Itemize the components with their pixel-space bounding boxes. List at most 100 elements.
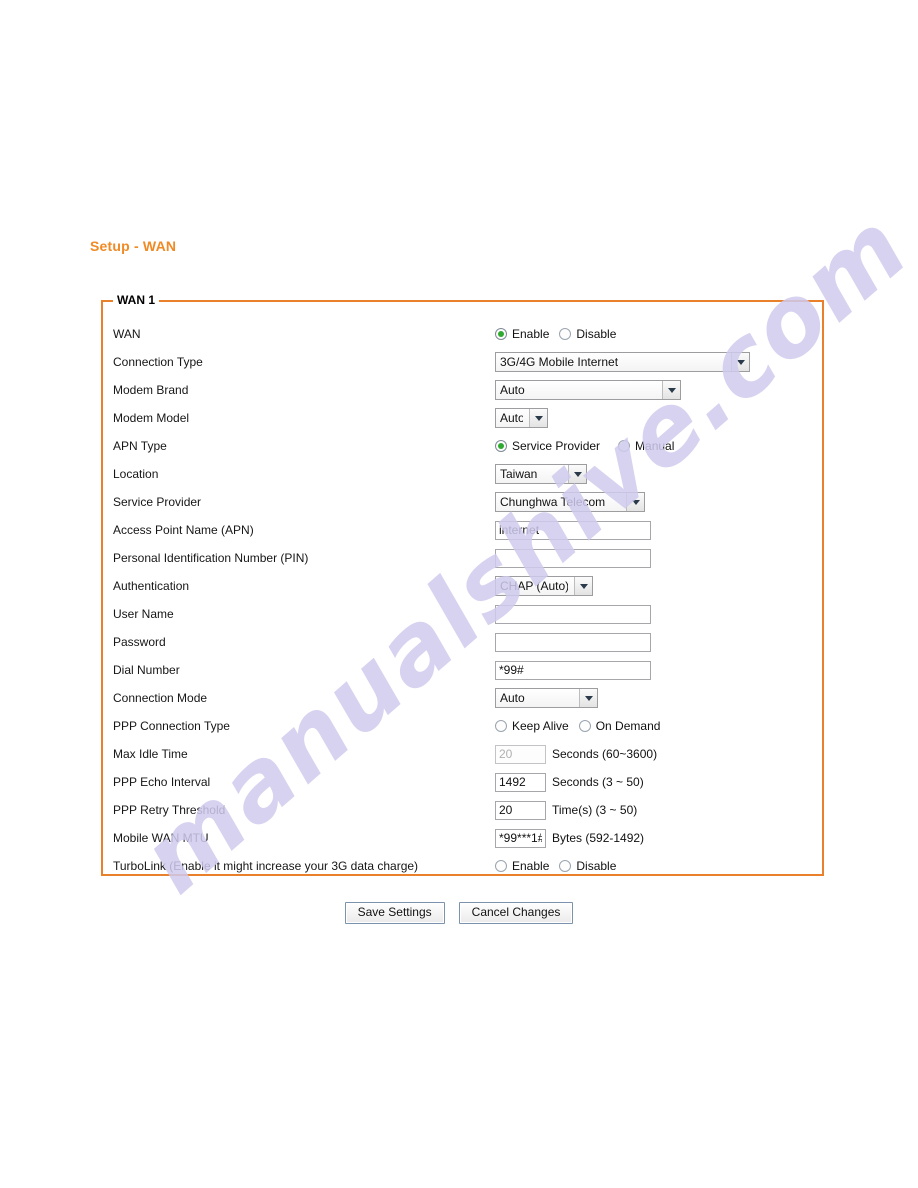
radio-group: Enable Disable <box>495 859 616 873</box>
field-control: CHAP (Auto) <box>495 576 593 596</box>
input-mobile-wan-mtu[interactable] <box>495 828 546 848</box>
field-label: Password <box>113 635 166 649</box>
field-control <box>495 632 651 652</box>
form-row: Max Idle Time Seconds (60~3600) <box>103 740 822 768</box>
field-control: Auto <box>495 380 681 400</box>
radio-icon-selected[interactable] <box>495 328 507 340</box>
input-user-name[interactable] <box>495 604 651 624</box>
field-label: PPP Retry Threshold <box>113 803 226 817</box>
field-label: Personal Identification Number (PIN) <box>113 551 309 565</box>
chevron-down-icon[interactable] <box>568 465 586 483</box>
radio-option[interactable]: Manual <box>618 439 674 453</box>
input-access-point-name-apn[interactable] <box>495 520 651 540</box>
dropdown-value: Taiwan <box>500 467 538 481</box>
form-row: Connection Type 3G/4G Mobile Internet <box>103 348 822 376</box>
field-hint: Seconds (60~3600) <box>552 747 658 761</box>
radio-icon[interactable] <box>495 860 507 872</box>
field-control: Bytes (592-1492) <box>495 828 645 848</box>
radio-label: Enable <box>512 859 550 873</box>
radio-icon[interactable] <box>495 720 507 732</box>
input-dial-number[interactable] <box>495 660 651 680</box>
form-row: Password <box>103 628 822 656</box>
chevron-down-icon[interactable] <box>579 689 597 707</box>
radio-option[interactable]: On Demand <box>578 719 661 733</box>
dropdown-connection-mode[interactable]: Auto <box>495 688 598 708</box>
radio-label: On Demand <box>595 719 661 733</box>
radio-label: Disable <box>576 859 617 873</box>
form-row: Mobile WAN MTU Bytes (592-1492) <box>103 824 822 852</box>
form-row: Dial Number <box>103 656 822 684</box>
radio-icon[interactable] <box>559 328 572 340</box>
wan1-legend: WAN 1 <box>113 293 160 307</box>
field-label: User Name <box>113 607 174 621</box>
field-label: TurboLink (Enable it might increase your… <box>113 859 419 873</box>
field-label: APN Type <box>113 439 167 453</box>
field-control: Seconds (3 ~ 50) <box>495 772 644 792</box>
field-hint: Bytes (592-1492) <box>552 831 645 845</box>
dropdown-connection-type[interactable]: 3G/4G Mobile Internet <box>495 352 750 372</box>
form-row: Personal Identification Number (PIN) <box>103 544 822 572</box>
radio-option[interactable]: Enable <box>495 327 549 341</box>
field-control <box>495 548 651 568</box>
radio-option[interactable]: Disable <box>559 859 616 873</box>
radio-label: Keep Alive <box>512 719 569 733</box>
dropdown-value: 3G/4G Mobile Internet <box>500 355 619 369</box>
radio-label: Enable <box>512 327 550 341</box>
field-control: Keep Alive On Demand <box>495 719 660 733</box>
dropdown-value: Auto <box>500 691 525 705</box>
save-settings-button[interactable]: Save Settings <box>344 902 445 924</box>
form-row: Authentication CHAP (Auto) <box>103 572 822 600</box>
form-row: Access Point Name (APN) <box>103 516 822 544</box>
chevron-down-icon[interactable] <box>626 493 644 511</box>
form-button-bar: Save Settings Cancel Changes <box>0 902 918 924</box>
radio-group: Enable Disable <box>495 327 616 341</box>
field-label: PPP Connection Type <box>113 719 230 733</box>
dropdown-authentication[interactable]: CHAP (Auto) <box>495 576 593 596</box>
input-personal-identification-number-pin[interactable] <box>495 548 651 568</box>
form-row: TurboLink (Enable it might increase your… <box>103 852 822 880</box>
radio-label: Service Provider <box>512 439 601 453</box>
field-label: Max Idle Time <box>113 747 188 761</box>
cancel-changes-button[interactable]: Cancel Changes <box>458 902 574 924</box>
radio-option[interactable]: Enable <box>495 859 549 873</box>
radio-label: Manual <box>635 439 675 453</box>
dropdown-value: Auto <box>500 411 523 425</box>
field-hint: Seconds (3 ~ 50) <box>552 775 644 789</box>
chevron-down-icon[interactable] <box>574 577 592 595</box>
dropdown-service-provider[interactable]: Chunghwa Telecom <box>495 492 645 512</box>
input-ppp-retry-threshold[interactable] <box>495 800 546 820</box>
input-ppp-echo-interval[interactable] <box>495 772 546 792</box>
chevron-down-icon[interactable] <box>662 381 680 399</box>
field-hint: Time(s) (3 ~ 50) <box>552 803 638 817</box>
form-row: PPP Retry Threshold Time(s) (3 ~ 50) <box>103 796 822 824</box>
field-control <box>495 604 651 624</box>
field-control: Service Provider Manual <box>495 439 674 453</box>
radio-option[interactable]: Disable <box>559 327 616 341</box>
field-control: Seconds (60~3600) <box>495 744 658 764</box>
field-control: Enable Disable <box>495 327 616 341</box>
chevron-down-icon[interactable] <box>529 409 547 427</box>
dropdown-location[interactable]: Taiwan <box>495 464 587 484</box>
field-label: Authentication <box>113 579 190 593</box>
input-password[interactable] <box>495 632 651 652</box>
field-control: Time(s) (3 ~ 50) <box>495 800 638 820</box>
radio-icon[interactable] <box>559 860 572 872</box>
dropdown-value: Auto <box>500 383 525 397</box>
radio-icon-selected[interactable] <box>495 440 507 452</box>
field-label: WAN <box>113 327 141 341</box>
dropdown-modem-brand[interactable]: Auto <box>495 380 681 400</box>
field-label: Modem Brand <box>113 383 189 397</box>
radio-icon[interactable] <box>578 720 591 732</box>
field-control: Chunghwa Telecom <box>495 492 645 512</box>
form-row: User Name <box>103 600 822 628</box>
dropdown-value: CHAP (Auto) <box>500 579 568 593</box>
dropdown-modem-model[interactable]: Auto <box>495 408 548 428</box>
radio-option[interactable]: Keep Alive <box>495 719 569 733</box>
field-label: Location <box>113 467 159 481</box>
chevron-down-icon[interactable] <box>731 353 749 371</box>
radio-icon[interactable] <box>618 440 631 452</box>
radio-group: Service Provider Manual <box>495 439 674 453</box>
form-row: Modem Brand Auto <box>103 376 822 404</box>
radio-option[interactable]: Service Provider <box>495 439 600 453</box>
field-control: 3G/4G Mobile Internet <box>495 352 750 372</box>
